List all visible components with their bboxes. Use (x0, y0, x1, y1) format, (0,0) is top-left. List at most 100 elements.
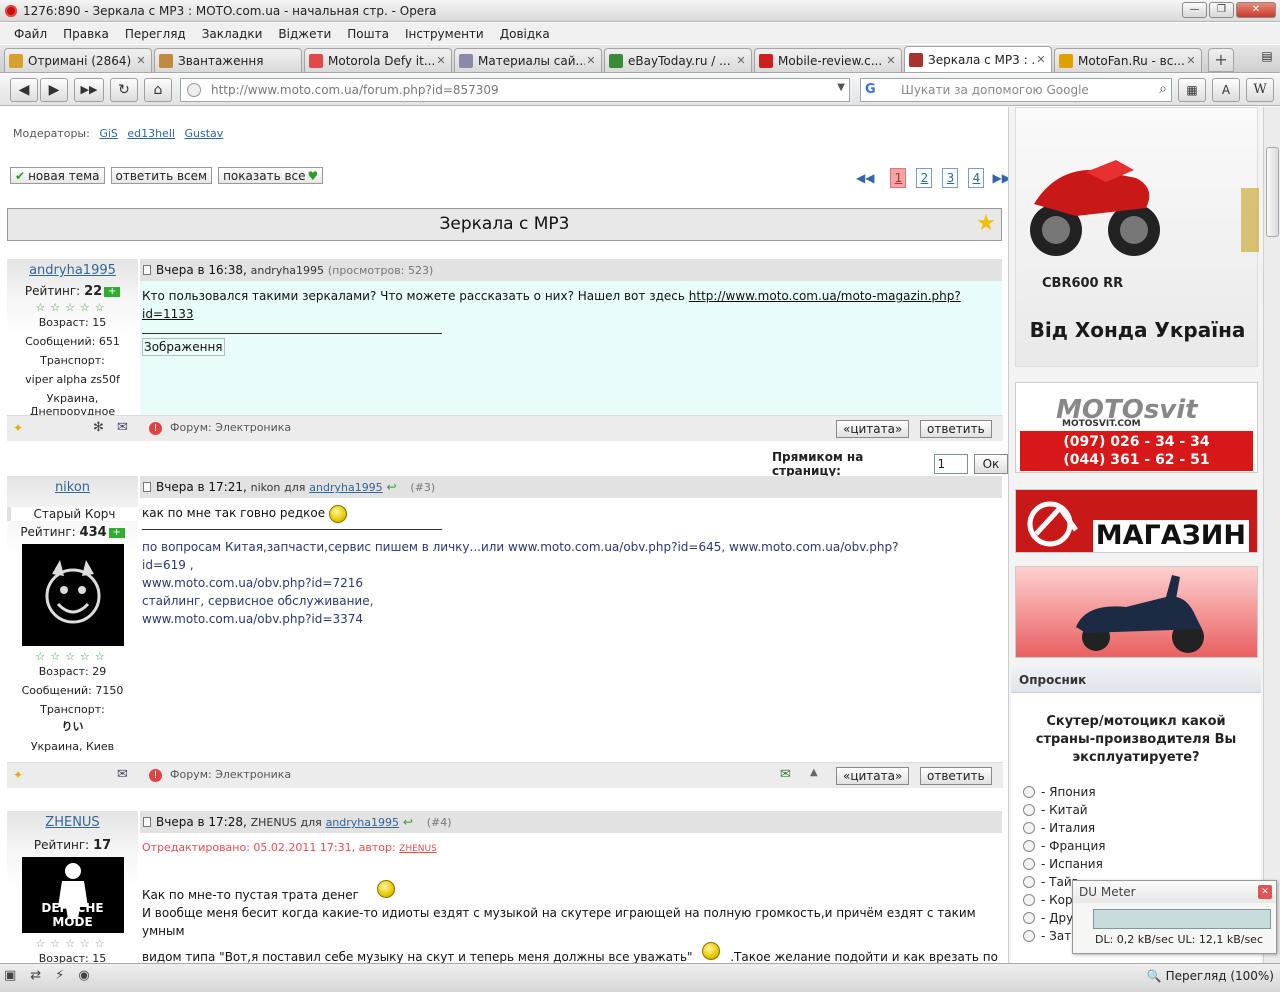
menu-bookmarks[interactable]: Закладки (202, 27, 263, 41)
radio-icon[interactable] (1023, 804, 1035, 816)
google-icon[interactable]: G (865, 82, 881, 98)
lightbulb-icon[interactable]: ✦ (13, 768, 23, 782)
scrollbar-thumb[interactable] (1266, 147, 1279, 237)
author-link[interactable]: nikon (7, 480, 138, 495)
snowflake-icon[interactable]: ✻ (93, 420, 104, 435)
tab-downloads[interactable]: Звантаження (154, 48, 302, 72)
close-tab-icon[interactable]: ✕ (1035, 53, 1047, 66)
radio-icon[interactable] (1023, 876, 1035, 888)
show-all-button[interactable]: показать все ♥ (218, 167, 324, 184)
close-tab-icon[interactable]: ✕ (435, 54, 447, 67)
radio-icon[interactable] (1023, 930, 1035, 942)
up-arrow-icon[interactable]: ▲ (810, 767, 818, 778)
poll-option[interactable]: - Китай (1011, 801, 1261, 819)
page-link[interactable]: 3 (942, 168, 959, 188)
motosvit-ad[interactable]: MOTOsvit MOTOSVIT.COM (097) 026 - 34 - 3… (1015, 382, 1258, 473)
tab-mobile-review[interactable]: Mobile-review.c... ✕ (754, 48, 902, 72)
chevron-down-icon[interactable]: ▼ (837, 82, 845, 93)
moderator-link[interactable]: GiS (99, 127, 118, 140)
shop-ad[interactable]: МАГАЗИН (1015, 489, 1258, 553)
menu-file[interactable]: Файл (14, 27, 47, 41)
close-button[interactable]: ✕ (1236, 2, 1276, 18)
unite-icon[interactable]: ◉ (78, 968, 89, 983)
reply-button[interactable]: ответить (920, 767, 992, 785)
close-tab-icon[interactable]: ✕ (735, 54, 747, 67)
menu-mail[interactable]: Пошта (347, 27, 389, 41)
page-link[interactable]: 4 (968, 168, 985, 188)
reply-to-link[interactable]: andryha1995 (326, 816, 399, 829)
post-image[interactable]: Зображення (142, 338, 225, 356)
back-button[interactable]: ◀ (10, 78, 38, 102)
page-link-current[interactable]: 1 (890, 168, 907, 188)
close-tab-icon[interactable]: ✕ (585, 54, 597, 67)
lightbulb-icon[interactable]: ✦ (13, 421, 23, 435)
tab-ebaytoday[interactable]: eBayToday.ru / ... ✕ (604, 48, 752, 72)
quote-button[interactable]: «цитата» (836, 767, 910, 785)
prev-page-icon[interactable]: ◀◀ (856, 171, 874, 185)
search-icon[interactable]: ⌕ (1159, 81, 1167, 97)
close-tab-icon[interactable]: ✕ (1185, 54, 1197, 67)
radio-icon[interactable] (1023, 858, 1035, 870)
reply-to-link[interactable]: andryha1995 (309, 481, 382, 494)
panel-toggle-icon[interactable]: ▣ (4, 968, 16, 983)
zoom-level[interactable]: 🔍 Перегляд (100%) (1147, 969, 1274, 983)
tab-zerkala[interactable]: Зеркала с MP3 : ... ✕ (904, 46, 1052, 72)
rating-plus-icon[interactable]: + (108, 527, 125, 538)
go-page-button[interactable]: Ок (973, 454, 1008, 474)
poll-option[interactable]: - Франция (1011, 837, 1261, 855)
next-page-icon[interactable]: ▶▶ (992, 171, 1008, 185)
quote-button[interactable]: «цитата» (836, 420, 910, 438)
vertical-scrollbar[interactable] (1263, 107, 1280, 963)
reload-button[interactable]: ↻ (110, 78, 138, 102)
message-icon[interactable]: ✉ (780, 767, 791, 782)
author-link[interactable]: ZHENUS (7, 815, 138, 830)
poll-option[interactable]: - Япония (1011, 783, 1261, 801)
mail-icon[interactable]: ✉ (117, 767, 128, 782)
menu-help[interactable]: Довідка (500, 27, 550, 41)
search-field[interactable]: G Шукати за допомогою Google ⌕ (860, 78, 1172, 102)
turbo-icon[interactable]: ⚡ (55, 968, 64, 983)
warning-icon[interactable]: ! (149, 769, 162, 782)
menu-widgets[interactable]: Віджети (278, 27, 331, 41)
minimize-button[interactable]: — (1182, 2, 1207, 18)
tab-menu-icon[interactable]: ▤ (1258, 49, 1276, 67)
tab-mail[interactable]: Отримані (2864) ✕ (4, 48, 152, 72)
home-button[interactable]: ⌂ (144, 78, 172, 102)
menu-edit[interactable]: Правка (63, 27, 109, 41)
du-meter-widget[interactable]: DU Meter ✕ DL: 0,2 kB/sec UL: 12,1 kB/se… (1072, 880, 1277, 954)
tab-motofan[interactable]: MotoFan.Ru - вс... ✕ (1054, 48, 1202, 72)
reply-button[interactable]: ответить (920, 420, 992, 438)
sync-icon[interactable]: ⇄ (30, 968, 41, 983)
translate-icon[interactable]: A (1212, 78, 1240, 102)
new-topic-button[interactable]: ✔ новая тема (10, 167, 105, 184)
address-field[interactable]: http://www.moto.com.ua/forum.php?id=8573… (180, 78, 850, 102)
radio-icon[interactable] (1023, 912, 1035, 924)
author-link[interactable]: andryha1995 (7, 263, 138, 278)
close-icon[interactable]: ✕ (1258, 885, 1272, 899)
menu-view[interactable]: Перегляд (125, 27, 186, 41)
honda-ad[interactable]: CBR600 RR Від Хонда Україна (1015, 107, 1259, 367)
radio-icon[interactable] (1023, 840, 1035, 852)
page-number-input[interactable]: 1 (933, 454, 968, 474)
menu-tools[interactable]: Інструменти (405, 27, 484, 41)
tab-materials[interactable]: Материалы сай... ✕ (454, 48, 602, 72)
radio-icon[interactable] (1023, 894, 1035, 906)
fast-forward-button[interactable]: ▶▶ (74, 78, 104, 102)
wikipedia-icon[interactable]: W (1246, 78, 1274, 102)
close-tab-icon[interactable]: ✕ (885, 54, 897, 67)
mail-icon[interactable]: ✉ (117, 420, 128, 435)
tab-motorola[interactable]: Motorola Defy it... ✕ (304, 48, 452, 72)
maximize-button[interactable]: ❐ (1209, 2, 1234, 18)
forward-button[interactable]: ▶ (40, 78, 68, 102)
close-tab-icon[interactable]: ✕ (135, 54, 147, 67)
warning-icon[interactable]: ! (149, 422, 162, 435)
moderator-link[interactable]: ed13hell (127, 127, 175, 140)
rating-plus-icon[interactable]: + (104, 286, 121, 297)
radio-icon[interactable] (1023, 822, 1035, 834)
poll-option[interactable]: - Италия (1011, 819, 1261, 837)
poll-option[interactable]: - Испания (1011, 855, 1261, 873)
edited-by-link[interactable]: ZHENUS (399, 844, 437, 854)
moderator-link[interactable]: Gustav (185, 127, 224, 140)
reply-all-button[interactable]: ответить всем (110, 167, 213, 184)
new-tab-button[interactable]: + (1208, 48, 1234, 72)
